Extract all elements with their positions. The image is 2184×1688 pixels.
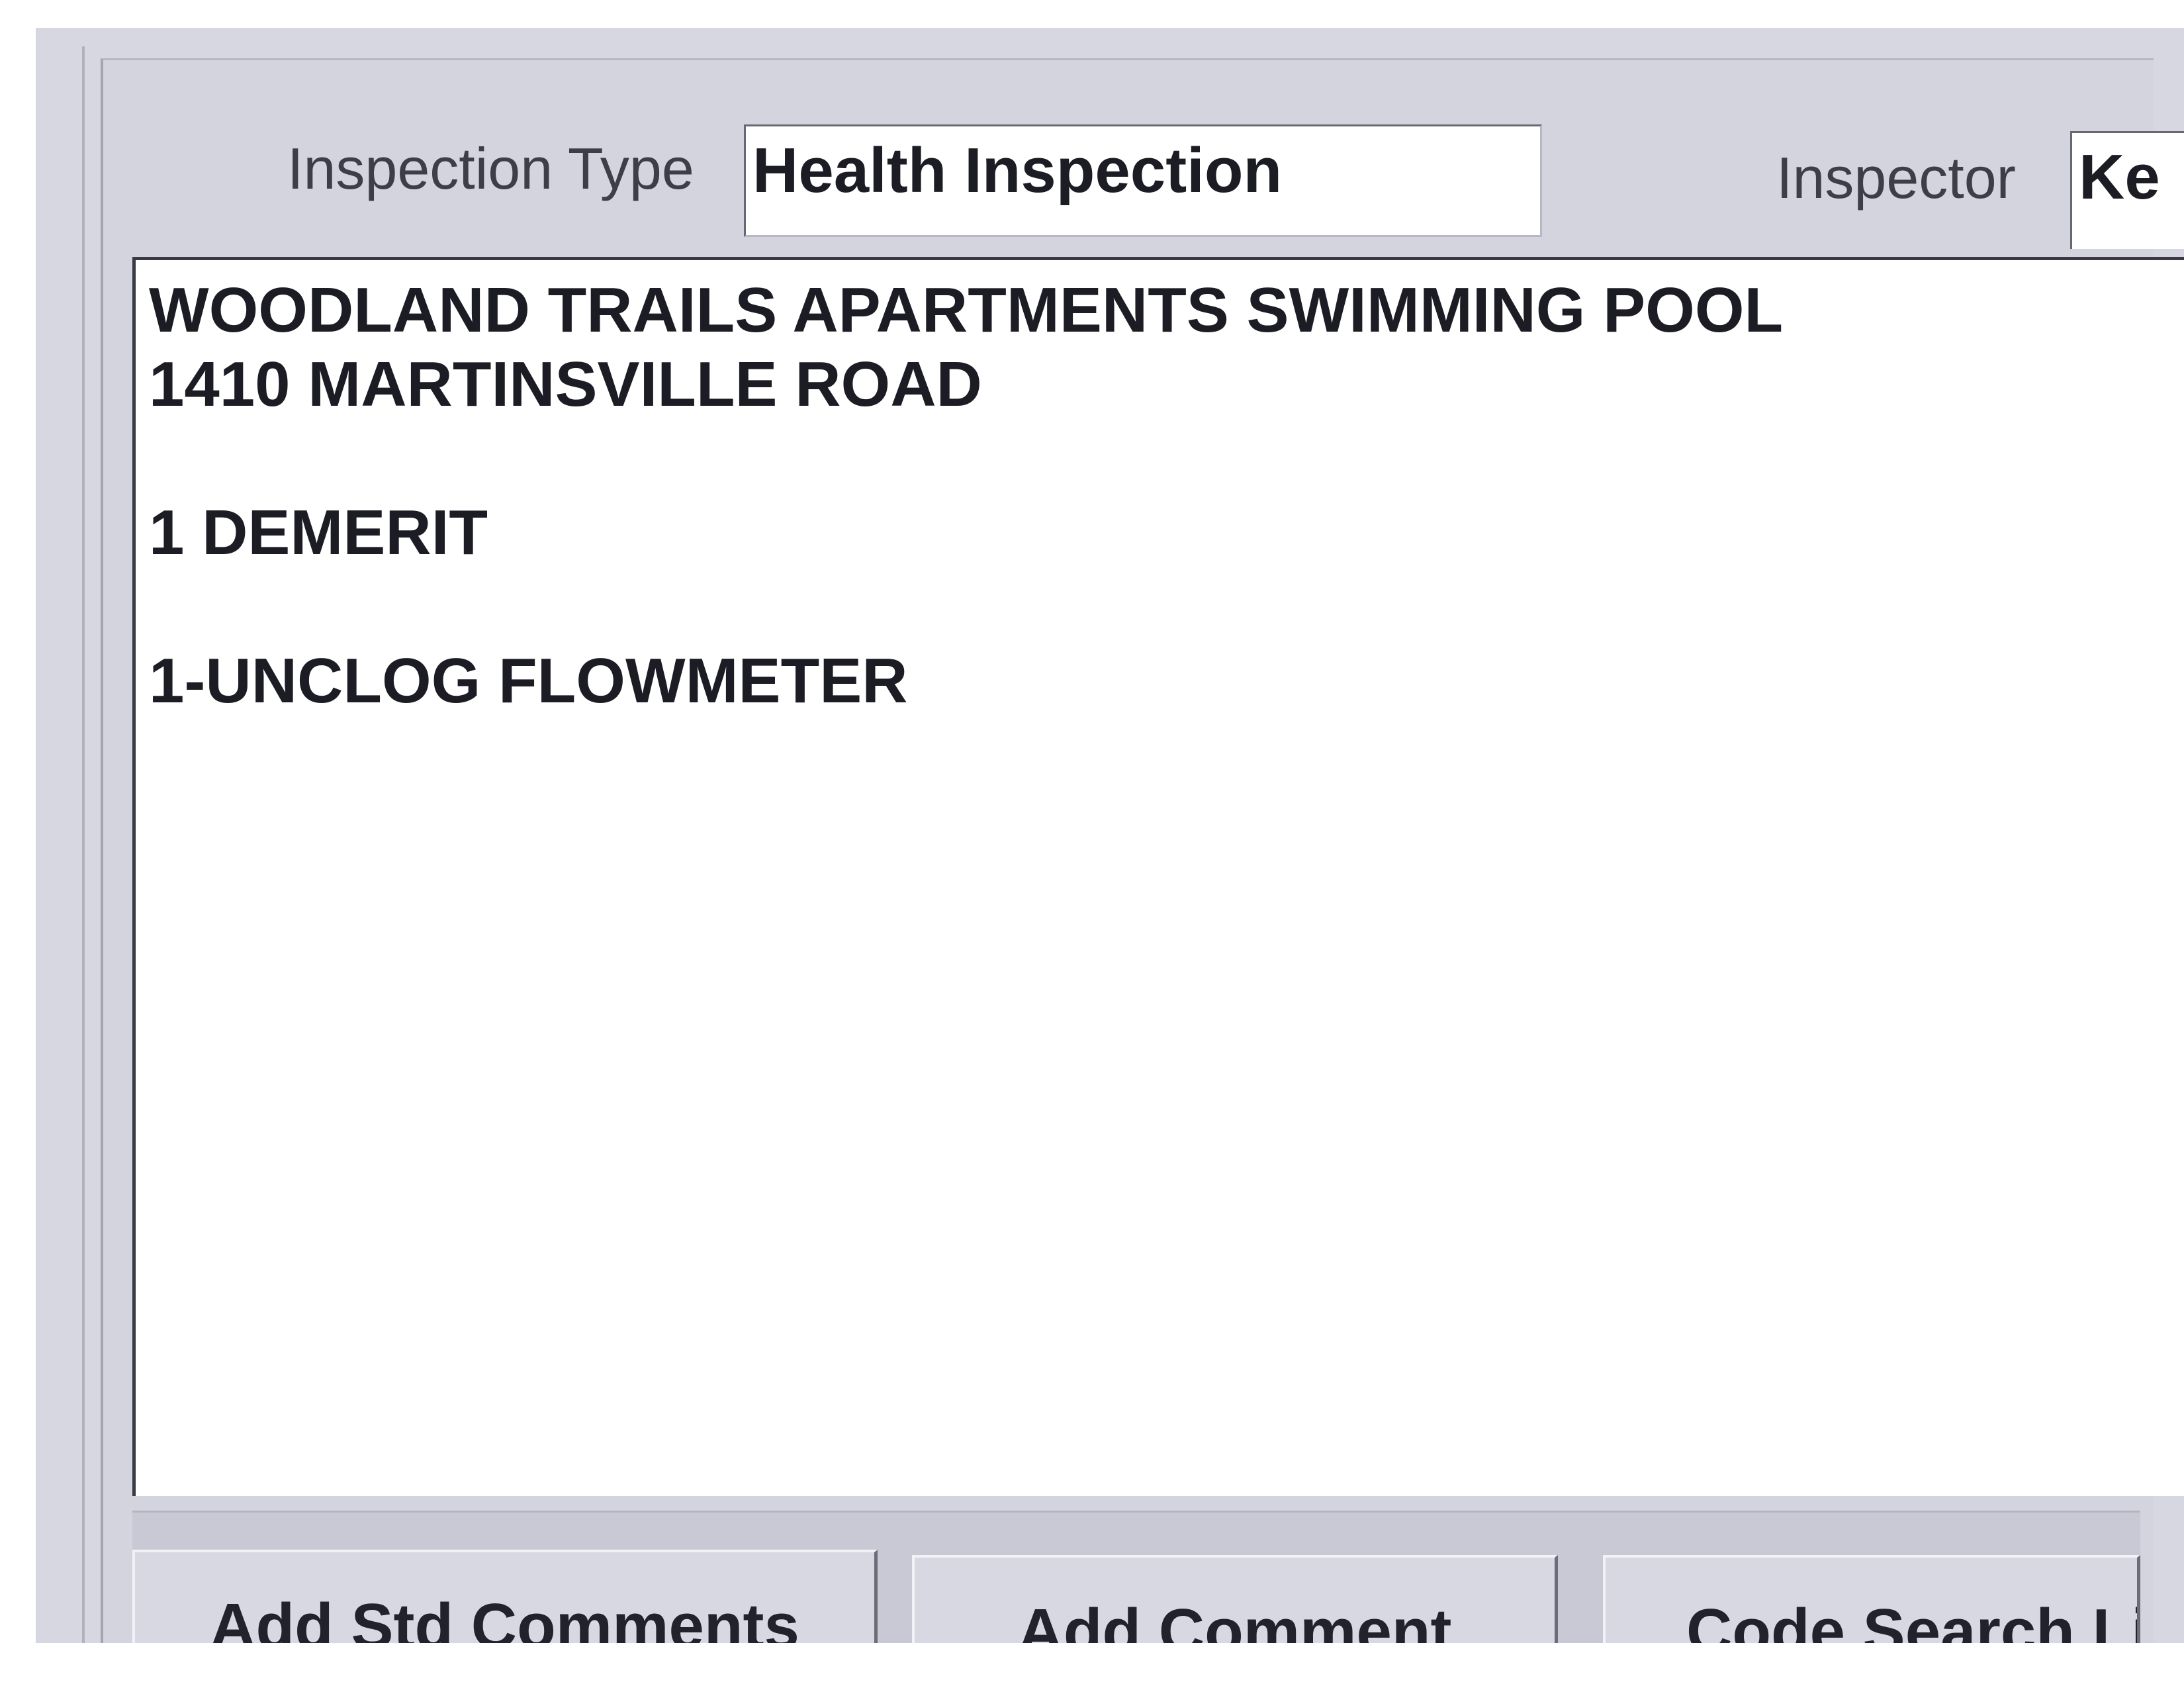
inspection-type-field[interactable]: Health Inspection xyxy=(744,124,1542,237)
page-margin xyxy=(0,1643,2184,1688)
comment-line-violation: 1-UNCLOG FLOWMETER xyxy=(149,645,908,716)
comment-line-blank xyxy=(149,422,2184,496)
window-edge xyxy=(82,46,85,1648)
comments-textarea[interactable]: WOODLAND TRAILS APARTMENTS SWIMMING POOL… xyxy=(132,257,2184,1496)
comment-line-address: 1410 MARTINSVILLE ROAD xyxy=(149,349,982,420)
comment-line-demerit: 1 DEMERIT xyxy=(149,497,488,568)
comment-line-blank xyxy=(149,570,2184,644)
inspection-type-label: Inspection Type xyxy=(287,136,694,201)
comment-line-facility: WOODLAND TRAILS APARTMENTS SWIMMING POOL xyxy=(149,275,1784,346)
button-bar: Add Std Comments Add Comment Code Search… xyxy=(132,1511,2140,1681)
inspector-label: Inspector xyxy=(1776,145,2016,211)
inspector-field[interactable]: Ke xyxy=(2070,131,2184,249)
